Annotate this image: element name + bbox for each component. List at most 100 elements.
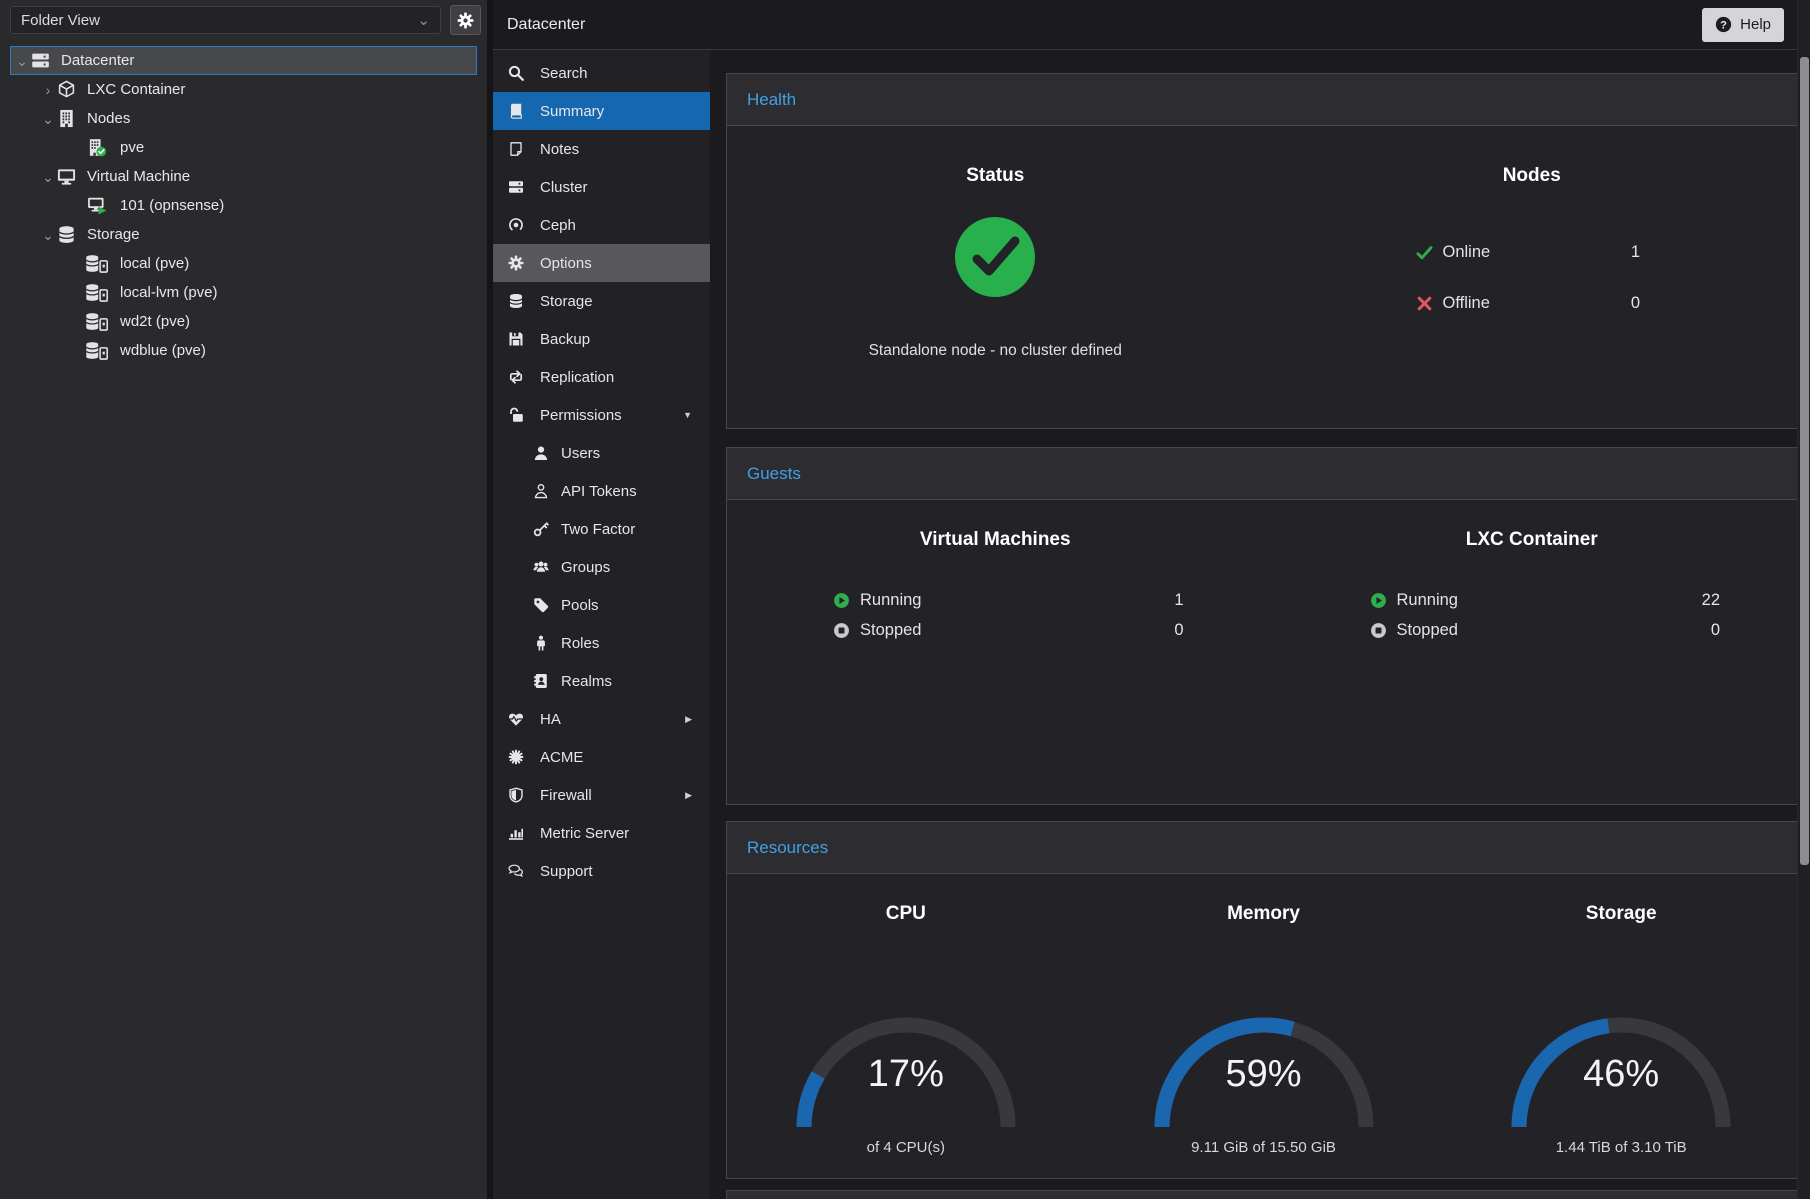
tree-settings-button[interactable]	[450, 5, 481, 35]
node-row-value: 1	[1631, 243, 1640, 262]
user-icon	[533, 445, 549, 461]
section-menu: Search Summary Notes Cluster Ceph	[493, 50, 710, 1199]
cpu-percent: 17%	[786, 1053, 1026, 1096]
app-window: Folder View ⌄ ⌄ Datacenter › LXC Contain…	[0, 0, 1810, 1199]
user-outline-icon	[533, 483, 549, 499]
menu-item-summary[interactable]: Summary	[493, 92, 710, 130]
tree-item-storage-local[interactable]: local (pve)	[10, 249, 477, 278]
health-status-column: Status Standalone node - no cluster defi…	[727, 126, 1264, 428]
next-panel-header	[727, 1191, 1800, 1199]
check-circle-icon	[953, 215, 1037, 299]
memory-heading: Memory	[1085, 902, 1443, 925]
tree-item-storage-wdblue[interactable]: wdblue (pve)	[10, 336, 477, 365]
menu-item-label: Summary	[540, 103, 604, 120]
chevron-down-icon[interactable]: ⌄	[13, 54, 31, 68]
cpu-sublabel: of 4 CPU(s)	[727, 1139, 1085, 1156]
database-icon	[508, 293, 524, 309]
menu-item-roles[interactable]: Roles	[493, 624, 710, 662]
retweet-icon	[508, 369, 524, 385]
building-check-icon	[85, 138, 109, 157]
tree-item-pve[interactable]: pve	[10, 133, 477, 162]
node-row-label: Offline	[1443, 294, 1490, 313]
menu-item-replication[interactable]: Replication	[493, 358, 710, 396]
menu-item-label: Notes	[540, 141, 579, 158]
note-icon	[508, 141, 524, 157]
panel-title: Guests	[747, 464, 801, 484]
menu-item-groups[interactable]: Groups	[493, 548, 710, 586]
resources-panel-header: Resources	[727, 822, 1800, 874]
menu-item-two-factor[interactable]: Two Factor	[493, 510, 710, 548]
tree-item-vm-101[interactable]: 101 (opnsense)	[10, 191, 477, 220]
resources-panel: Resources CPU 17% o	[726, 821, 1801, 1179]
health-panel-header: Health	[727, 74, 1800, 126]
menu-item-pools[interactable]: Pools	[493, 586, 710, 624]
guests-lxc-column: LXC Container Running 22 Stopped	[1264, 500, 1801, 804]
tree-item-nodes[interactable]: ⌄ Nodes	[10, 104, 477, 133]
chevron-down-icon[interactable]: ⌄	[39, 112, 57, 126]
menu-item-backup[interactable]: Backup	[493, 320, 710, 358]
menu-item-ceph[interactable]: Ceph	[493, 206, 710, 244]
guest-row-label: Stopped	[860, 621, 921, 640]
status-text: Standalone node - no cluster defined	[727, 342, 1264, 360]
database-drive-icon	[85, 283, 109, 302]
memory-gauge: 59%	[1144, 1005, 1384, 1133]
menu-item-metric-server[interactable]: Metric Server	[493, 814, 710, 852]
menu-item-users[interactable]: Users	[493, 434, 710, 472]
unlock-icon	[508, 407, 524, 423]
tree-item-storage-local-lvm[interactable]: local-lvm (pve)	[10, 278, 477, 307]
resource-tree-panel: Folder View ⌄ ⌄ Datacenter › LXC Contain…	[0, 0, 487, 1199]
server-icon	[508, 179, 524, 195]
menu-item-cluster[interactable]: Cluster	[493, 168, 710, 206]
storage-sublabel: 1.44 TiB of 3.10 TiB	[1442, 1139, 1800, 1156]
menu-item-ha[interactable]: HA ▶	[493, 700, 710, 738]
tree-item-storage[interactable]: ⌄ Storage	[10, 220, 477, 249]
stop-circle-icon	[833, 622, 850, 639]
guest-row-value: 22	[1702, 591, 1720, 610]
scrollbar-thumb[interactable]	[1800, 57, 1809, 865]
tree-item-storage-wd2t[interactable]: wd2t (pve)	[10, 307, 477, 336]
node-row-label: Online	[1443, 243, 1491, 262]
chevron-right-icon[interactable]: ›	[39, 83, 57, 97]
guest-row-value: 1	[1174, 591, 1183, 610]
play-circle-icon	[833, 592, 850, 609]
menu-item-firewall[interactable]: Firewall ▶	[493, 776, 710, 814]
menu-item-storage[interactable]: Storage	[493, 282, 710, 320]
database-drive-icon	[85, 341, 109, 360]
panel-title: Health	[747, 90, 796, 110]
menu-item-support[interactable]: Support	[493, 852, 710, 890]
caret-right-icon: ▶	[685, 714, 700, 725]
menu-item-options[interactable]: Options	[493, 244, 710, 282]
tree-item-label: Nodes	[87, 110, 130, 127]
tree-item-virtual-machine[interactable]: ⌄ Virtual Machine	[10, 162, 477, 191]
chevron-down-icon[interactable]: ⌄	[39, 228, 57, 242]
vertical-scrollbar	[1797, 0, 1810, 1199]
menu-item-api-tokens[interactable]: API Tokens	[493, 472, 710, 510]
guest-row-label: Stopped	[1397, 621, 1458, 640]
menu-item-permissions[interactable]: Permissions ▼	[493, 396, 710, 434]
chevron-down-icon[interactable]: ⌄	[39, 170, 57, 184]
memory-sublabel: 9.11 GiB of 15.50 GiB	[1085, 1139, 1443, 1156]
menu-item-search[interactable]: Search	[493, 54, 710, 92]
desktop-icon	[57, 167, 76, 186]
heartbeat-icon	[508, 711, 524, 727]
menu-item-label: Realms	[561, 673, 612, 690]
tree-item-datacenter[interactable]: ⌄ Datacenter	[10, 46, 477, 75]
help-button[interactable]: ? Help	[1702, 8, 1784, 42]
menu-item-label: ACME	[540, 749, 583, 766]
view-selector-dropdown[interactable]: Folder View ⌄	[10, 6, 441, 34]
panel-title: Resources	[747, 838, 828, 858]
menu-item-notes[interactable]: Notes	[493, 130, 710, 168]
address-book-icon	[533, 673, 549, 689]
cube-icon	[57, 80, 76, 99]
tree-item-lxc-container[interactable]: › LXC Container	[10, 75, 477, 104]
gear-icon	[457, 12, 474, 29]
building-icon	[57, 109, 76, 128]
guests-vm-column: Virtual Machines Running 1 Stopped	[727, 500, 1264, 804]
burst-icon	[508, 749, 524, 765]
tree-item-label: Virtual Machine	[87, 168, 190, 185]
menu-item-realms[interactable]: Realms	[493, 662, 710, 700]
menu-item-acme[interactable]: ACME	[493, 738, 710, 776]
nodes-online-row: Online 1	[1264, 227, 1801, 278]
tree-item-label: LXC Container	[87, 81, 185, 98]
storage-percent: 46%	[1501, 1053, 1741, 1096]
